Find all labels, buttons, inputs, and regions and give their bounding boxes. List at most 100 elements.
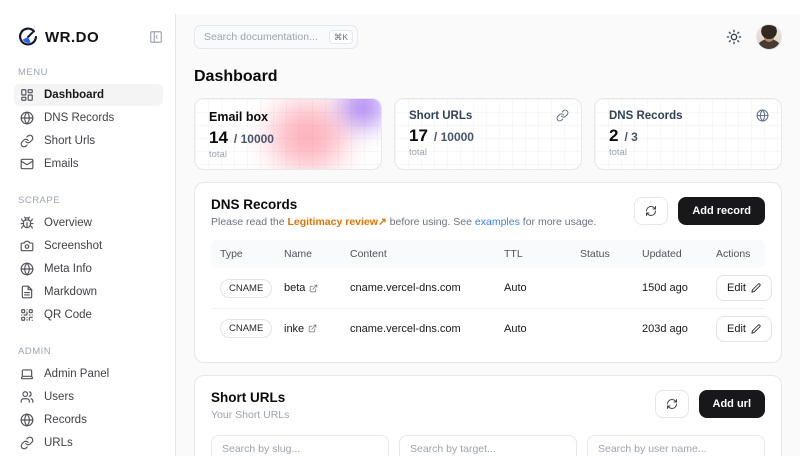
sidebar-item-label: Markdown bbox=[44, 286, 97, 298]
sidebar-item-label: Short Urls bbox=[44, 135, 95, 147]
dns-panel-title: DNS Records bbox=[211, 197, 596, 212]
sidebar-item-meta-info[interactable]: Meta Info bbox=[14, 258, 163, 280]
edit-label: Edit bbox=[727, 282, 746, 294]
camera-icon bbox=[20, 239, 34, 253]
user-avatar[interactable] bbox=[756, 24, 782, 50]
search-by-slug-input[interactable] bbox=[211, 435, 389, 456]
desc-text: before using. See bbox=[387, 216, 475, 228]
sidebar-item-label: DNS Records bbox=[44, 112, 114, 124]
short-urls-heading: Short URLs Your Short URLs bbox=[211, 390, 289, 421]
edit-record-button[interactable]: Edit bbox=[716, 275, 772, 301]
sidebar-item-label: Admin Panel bbox=[44, 368, 109, 380]
short-urls-filters bbox=[211, 435, 765, 456]
sidebar: WR.DO MENU Dashboard DNS Records Short U… bbox=[0, 14, 176, 456]
link-text: Legitimacy review bbox=[287, 216, 377, 228]
arrow-up-right-icon: ↗ bbox=[378, 216, 387, 228]
theme-toggle-button[interactable] bbox=[726, 29, 742, 45]
stat-value: 2 bbox=[609, 126, 618, 146]
stat-value: 14 bbox=[209, 128, 228, 148]
stat-cards-row: Email box 14 / 10000 total Short URLs 17… bbox=[194, 98, 782, 170]
record-name: beta bbox=[284, 282, 305, 294]
link-icon bbox=[20, 436, 34, 450]
refresh-icon bbox=[666, 398, 678, 410]
sidebar-section-menu: MENU bbox=[18, 67, 163, 78]
sidebar-item-dns-records[interactable]: DNS Records bbox=[14, 107, 163, 129]
sidebar-item-screenshot[interactable]: Screenshot bbox=[14, 235, 163, 257]
sidebar-item-emails[interactable]: Emails bbox=[14, 153, 163, 175]
panel-left-icon bbox=[149, 30, 163, 44]
sidebar-item-markdown[interactable]: Markdown bbox=[14, 281, 163, 303]
col-header-ttl: TTL bbox=[495, 248, 571, 260]
search-input[interactable] bbox=[204, 31, 323, 43]
gauge-logo-icon bbox=[18, 27, 38, 47]
stat-card-short-urls: Short URLs 17 / 10000 total bbox=[394, 98, 582, 170]
content: Dashboard Email box 14 / 10000 total Sho… bbox=[176, 58, 800, 456]
pencil-icon bbox=[751, 283, 761, 293]
sidebar-item-label: QR Code bbox=[44, 309, 92, 321]
dns-records-panel: DNS Records Please read the Legitimacy r… bbox=[194, 182, 782, 363]
external-link-icon bbox=[308, 324, 317, 333]
sidebar-item-overview[interactable]: Overview bbox=[14, 212, 163, 234]
col-header-name: Name bbox=[275, 248, 341, 260]
external-link-icon bbox=[309, 284, 318, 293]
col-header-content: Content bbox=[341, 248, 495, 260]
add-record-button[interactable]: Add record bbox=[678, 197, 765, 225]
stat-limit: / 10000 bbox=[234, 132, 274, 146]
legitimacy-review-link[interactable]: Legitimacy review↗ bbox=[287, 216, 386, 228]
record-type-badge: CNAME bbox=[220, 319, 272, 338]
topbar: ⌘K bbox=[176, 14, 800, 58]
bug-icon bbox=[20, 216, 34, 230]
stat-title: Short URLs bbox=[409, 110, 567, 122]
examples-link[interactable]: examples bbox=[475, 216, 520, 228]
sidebar-item-urls[interactable]: URLs bbox=[14, 432, 163, 454]
logo-row: WR.DO bbox=[14, 27, 163, 47]
sidebar-item-label: Records bbox=[44, 414, 87, 426]
record-name-link[interactable]: inke bbox=[284, 323, 317, 335]
stat-caption: total bbox=[609, 147, 767, 158]
table-header-row: Type Name Content TTL Status Updated Act… bbox=[211, 240, 765, 268]
file-text-icon bbox=[20, 285, 34, 299]
link-icon bbox=[20, 134, 34, 148]
laptop-icon bbox=[20, 367, 34, 381]
sidebar-item-label: Screenshot bbox=[44, 240, 102, 252]
globe-icon bbox=[20, 262, 34, 276]
table-row: CNAME beta cname.vercel-dns.com Auto 150… bbox=[211, 268, 765, 308]
sidebar-item-records[interactable]: Records bbox=[14, 409, 163, 431]
edit-record-button[interactable]: Edit bbox=[716, 316, 772, 342]
sidebar-item-short-urls[interactable]: Short Urls bbox=[14, 130, 163, 152]
record-ttl: Auto bbox=[495, 282, 571, 294]
dns-records-table: Type Name Content TTL Status Updated Act… bbox=[211, 240, 765, 348]
keyboard-shortcut-badge: ⌘K bbox=[329, 30, 353, 45]
stat-limit: / 3 bbox=[624, 130, 637, 144]
pencil-icon bbox=[751, 324, 761, 334]
col-header-type: Type bbox=[211, 248, 275, 260]
globe-icon bbox=[20, 111, 34, 125]
sidebar-item-qr-code[interactable]: QR Code bbox=[14, 304, 163, 326]
sidebar-item-label: Users bbox=[44, 391, 74, 403]
refresh-button[interactable] bbox=[655, 390, 689, 418]
stat-value: 17 bbox=[409, 126, 428, 146]
search-by-user-name-input[interactable] bbox=[587, 435, 765, 456]
sidebar-item-label: Overview bbox=[44, 217, 92, 229]
search-box[interactable]: ⌘K bbox=[194, 25, 358, 49]
record-updated: 150d ago bbox=[633, 282, 707, 294]
record-name: inke bbox=[284, 323, 304, 335]
app-shell: WR.DO MENU Dashboard DNS Records Short U… bbox=[0, 14, 800, 456]
stat-title: DNS Records bbox=[609, 110, 767, 122]
refresh-button[interactable] bbox=[634, 197, 668, 225]
record-content: cname.vercel-dns.com bbox=[341, 323, 495, 335]
sidebar-item-label: Emails bbox=[44, 158, 79, 170]
add-url-button[interactable]: Add url bbox=[699, 390, 766, 418]
main-area: ⌘K Dashboard Email box 14 / 10000 bbox=[176, 14, 800, 456]
sidebar-item-users[interactable]: Users bbox=[14, 386, 163, 408]
sidebar-item-admin-panel[interactable]: Admin Panel bbox=[14, 363, 163, 385]
qr-code-icon bbox=[20, 308, 34, 322]
stat-title: Email box bbox=[209, 110, 367, 124]
dashboard-icon bbox=[20, 88, 34, 102]
refresh-icon bbox=[645, 205, 657, 217]
col-header-updated: Updated bbox=[633, 248, 707, 260]
sidebar-collapse-button[interactable] bbox=[149, 30, 163, 44]
search-by-target-input[interactable] bbox=[399, 435, 577, 456]
record-name-link[interactable]: beta bbox=[284, 282, 318, 294]
sidebar-item-dashboard[interactable]: Dashboard bbox=[14, 84, 163, 106]
